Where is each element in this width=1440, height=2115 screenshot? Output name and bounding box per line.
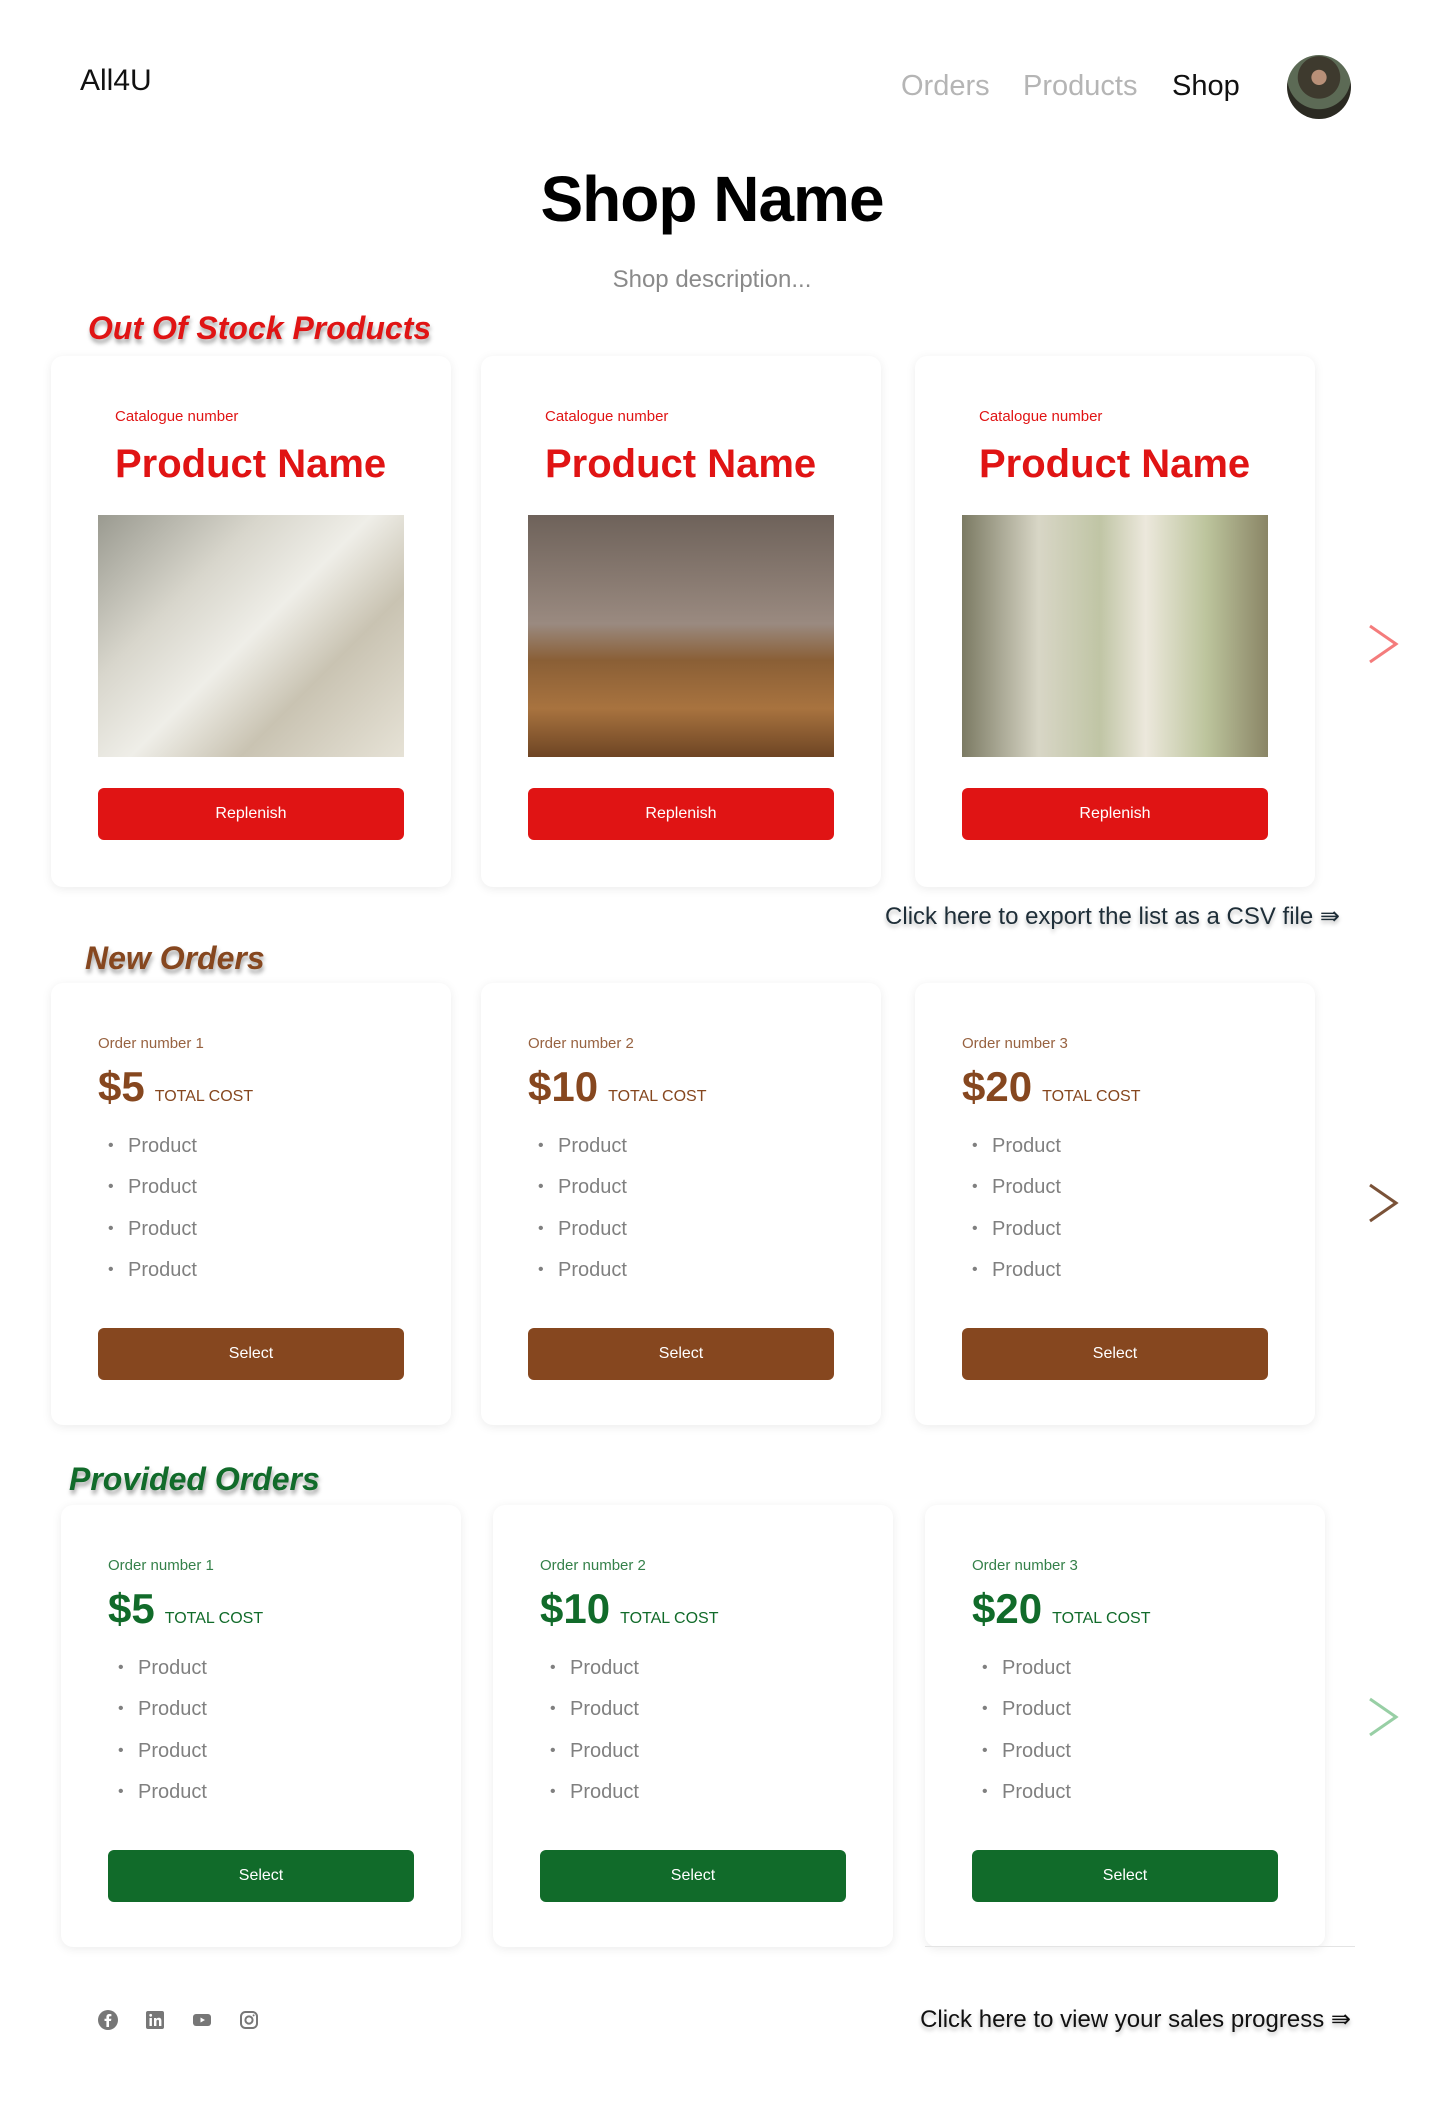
select-button[interactable]: Select [540,1850,846,1902]
order-number: Order number 1 [98,1035,204,1052]
order-card: Order number 1 $5 TOTAL COST ProductProd… [61,1505,461,1947]
select-button[interactable]: Select [528,1328,834,1380]
list-item: Product [538,1259,627,1300]
nav-shop[interactable]: Shop [1172,70,1240,103]
list-item: Product [108,1135,197,1176]
order-number: Order number 3 [972,1557,1078,1574]
product-list: ProductProductProductProduct [550,1657,639,1822]
product-card: Catalogue number Product Name Replenish [51,356,451,887]
total-amount: $10 [540,1585,611,1632]
export-csv-link[interactable]: Click here to export the list as a CSV f… [885,902,1340,931]
sales-progress-link[interactable]: Click here to view your sales progress ⇛ [920,2005,1351,2034]
shop-description: Shop description... [612,266,812,293]
facebook-icon[interactable] [97,2009,119,2031]
list-item: Product [108,1176,197,1217]
list-item: Product [982,1698,1071,1739]
next-chevron-icon[interactable] [1366,623,1400,665]
select-button[interactable]: Select [108,1850,414,1902]
product-list: ProductProductProductProduct [108,1135,197,1300]
product-list: ProductProductProductProduct [538,1135,627,1300]
order-card: Order number 2 $10 TOTAL COST ProductPro… [493,1505,893,1947]
instagram-icon[interactable] [238,2009,260,2031]
order-card: Order number 1 $5 TOTAL COST ProductProd… [51,983,451,1425]
page-title: Shop Name [540,163,884,235]
order-number: Order number 2 [540,1557,646,1574]
product-list: ProductProductProductProduct [982,1657,1071,1822]
new-orders-title: New Orders [85,940,265,976]
total-cost-label: TOTAL COST [154,1088,254,1105]
list-item: Product [982,1781,1071,1822]
replenish-button[interactable]: Replenish [962,788,1268,840]
list-item: Product [550,1740,639,1781]
list-item: Product [972,1176,1061,1217]
list-item: Product [972,1135,1061,1176]
divider [925,1946,1355,1947]
linkedin-icon[interactable] [144,2009,166,2031]
list-item: Product [118,1781,207,1822]
select-button[interactable]: Select [972,1850,1278,1902]
product-list: ProductProductProductProduct [118,1657,207,1822]
next-chevron-icon[interactable] [1366,1182,1400,1224]
order-card: Order number 3 $20 TOTAL COST ProductPro… [915,983,1315,1425]
replenish-button[interactable]: Replenish [528,788,834,840]
product-card: Catalogue number Product Name Replenish [915,356,1315,887]
list-item: Product [972,1259,1061,1300]
provided-orders-title: Provided Orders [69,1461,320,1497]
list-item: Product [118,1657,207,1698]
order-card: Order number 3 $20 TOTAL COST ProductPro… [925,1505,1325,1947]
total-amount: $20 [972,1585,1043,1632]
order-number: Order number 1 [108,1557,214,1574]
product-name: Product Name [979,442,1251,486]
nav-products[interactable]: Products [1023,70,1137,103]
logo[interactable]: All4U [80,64,152,98]
catalogue-number: Catalogue number [545,408,669,425]
product-image [528,515,834,757]
list-item: Product [118,1740,207,1781]
product-image [962,515,1268,757]
list-item: Product [538,1218,627,1259]
list-item: Product [550,1698,639,1739]
catalogue-number: Catalogue number [115,408,239,425]
total-amount: $20 [962,1063,1033,1110]
list-item: Product [550,1781,639,1822]
list-item: Product [538,1176,627,1217]
order-number: Order number 2 [528,1035,634,1052]
list-item: Product [550,1657,639,1698]
total-amount: $5 [108,1585,155,1632]
replenish-button[interactable]: Replenish [98,788,404,840]
list-item: Product [108,1259,197,1300]
total-cost-label: TOTAL COST [608,1088,707,1105]
select-button[interactable]: Select [962,1328,1268,1380]
product-name: Product Name [115,442,387,486]
list-item: Product [118,1698,207,1739]
product-list: ProductProductProductProduct [972,1135,1061,1300]
nav-orders[interactable]: Orders [901,70,990,103]
total-cost-label: TOTAL COST [164,1610,264,1627]
list-item: Product [982,1740,1071,1781]
list-item: Product [538,1135,627,1176]
out-of-stock-title: Out Of Stock Products [88,310,432,346]
catalogue-number: Catalogue number [979,408,1103,425]
product-image [98,515,404,757]
youtube-icon[interactable] [191,2009,213,2031]
list-item: Product [972,1218,1061,1259]
total-cost-label: TOTAL COST [620,1610,719,1627]
total-amount: $5 [98,1063,145,1110]
product-card: Catalogue number Product Name Replenish [481,356,881,887]
product-name: Product Name [545,442,817,486]
total-cost-label: TOTAL COST [1042,1088,1141,1105]
next-chevron-icon[interactable] [1366,1696,1400,1738]
total-amount: $10 [528,1063,599,1110]
select-button[interactable]: Select [98,1328,404,1380]
list-item: Product [982,1657,1071,1698]
order-number: Order number 3 [962,1035,1068,1052]
list-item: Product [108,1218,197,1259]
total-cost-label: TOTAL COST [1052,1610,1151,1627]
order-card: Order number 2 $10 TOTAL COST ProductPro… [481,983,881,1425]
avatar[interactable] [1287,55,1351,119]
